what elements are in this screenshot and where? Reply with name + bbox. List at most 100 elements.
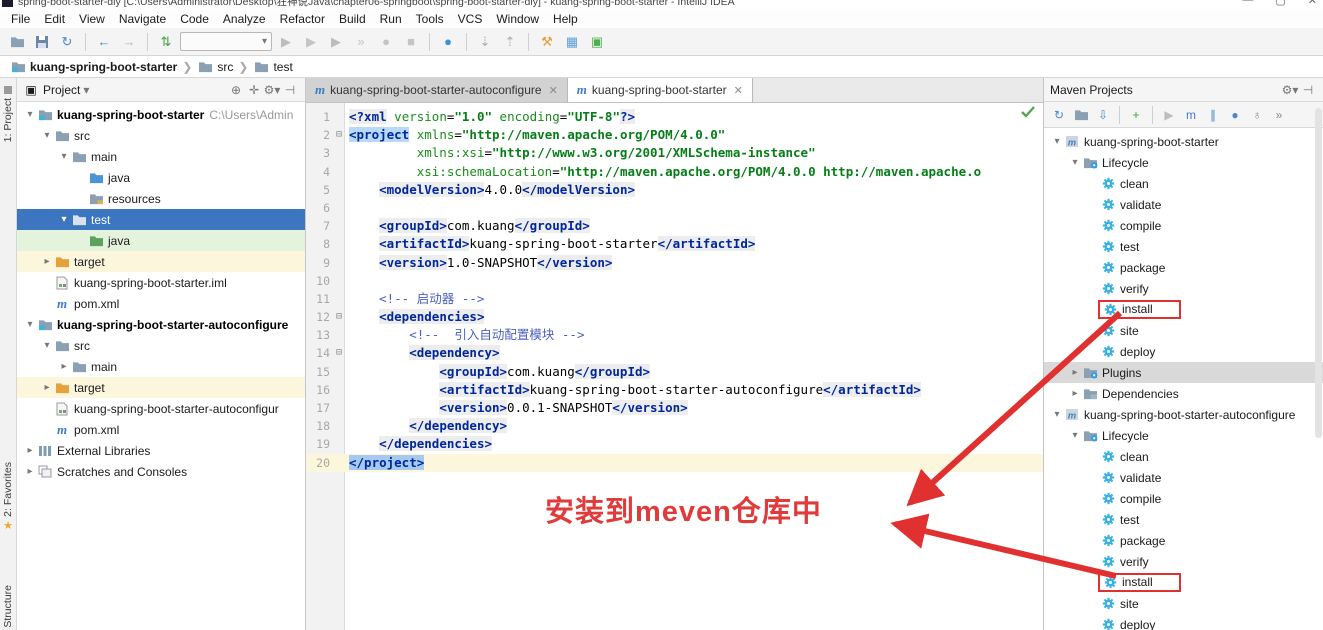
maven-tree-item-row-lifecycle[interactable]: ▾ Lifecycle — [1044, 425, 1323, 446]
fold-marker[interactable]: ⊟ — [333, 308, 345, 326]
project-view-dropdown-icon[interactable]: ▾ — [83, 83, 89, 97]
code-line-17[interactable]: 17 <version>0.0.1-SNAPSHOT</version> — [306, 399, 1043, 417]
code-line-7[interactable]: 7 <groupId>com.kuang</groupId> — [306, 217, 1043, 235]
maven-tree-item-row-validate[interactable]: validate — [1044, 467, 1323, 488]
menu-view[interactable]: View — [72, 12, 112, 26]
chevron-icon[interactable]: ▾ — [1050, 136, 1064, 147]
project-tree-item-row-resources[interactable]: resources — [17, 188, 305, 209]
project-tree-item-row-java[interactable]: java — [17, 230, 305, 251]
run-configuration-select[interactable]: ▾ — [180, 32, 272, 51]
code-line-10[interactable]: 10 — [306, 272, 1043, 290]
tool-window-tab-structure[interactable]: Structure — [0, 585, 16, 628]
project-tree-item-row-src[interactable]: ▾ src — [17, 335, 305, 356]
show-dependencies-icon[interactable]: ♁ — [1247, 105, 1267, 125]
chevron-icon[interactable]: ▾ — [1068, 430, 1082, 441]
panel-settings-gear-icon[interactable]: ⚙▾ — [263, 81, 281, 99]
code-line-14[interactable]: 14 ⊟ <dependency> — [306, 344, 1043, 362]
maven-tree-item-row-site[interactable]: site — [1044, 593, 1323, 614]
project-tree-item-row-external-libraries[interactable]: ▸ External Libraries — [17, 440, 305, 461]
run-coverage-icon[interactable]: ▶ — [325, 31, 347, 53]
add-maven-project-icon[interactable]: + — [1126, 105, 1146, 125]
maven-tree-item-row-validate[interactable]: validate — [1044, 194, 1323, 215]
code-line-20[interactable]: 20 </project> — [306, 454, 1043, 472]
maven-tree-item-row-kuang-spring-boot-starter[interactable]: ▾ m kuang-spring-boot-starter — [1044, 131, 1323, 152]
code-line-19[interactable]: 19 </dependencies> — [306, 435, 1043, 453]
project-tree-item-row-test[interactable]: ▾ test — [17, 209, 305, 230]
locate-file-icon[interactable]: ⊕ — [227, 81, 245, 99]
maven-scrollbar[interactable] — [1315, 108, 1322, 438]
execute-maven-goal-icon[interactable]: m — [1181, 105, 1201, 125]
fold-marker[interactable]: ⊟ — [333, 344, 345, 362]
chevron-icon[interactable]: ▾ — [40, 130, 54, 141]
maven-tree-item-row-test[interactable]: test — [1044, 236, 1323, 257]
code-line-12[interactable]: 12 ⊟ <dependencies> — [306, 308, 1043, 326]
code-line-15[interactable]: 15 <groupId>com.kuang</groupId> — [306, 363, 1043, 381]
maven-tree-item-row-compile[interactable]: compile — [1044, 215, 1323, 236]
maven-tree-item-row-clean[interactable]: clean — [1044, 446, 1323, 467]
project-tree-item-row-pom-xml[interactable]: m pom.xml — [17, 419, 305, 440]
project-tree-item-row-src[interactable]: ▾ src — [17, 125, 305, 146]
maven-settings-gear-icon[interactable]: ⚙▾ — [1281, 81, 1299, 99]
code-line-9[interactable]: 9 <version>1.0-SNAPSHOT</version> — [306, 254, 1043, 272]
chevron-icon[interactable]: ▸ — [40, 256, 54, 267]
project-tree-item-row-kuang-spring-boot-starter-iml[interactable]: kuang-spring-boot-starter.iml — [17, 272, 305, 293]
project-tree-item-row-kuang-spring-boot-starter[interactable]: ▾ kuang-spring-boot-starterC:\Users\Admi… — [17, 104, 305, 125]
code-line-11[interactable]: 11 <!-- 启动器 --> — [306, 290, 1043, 308]
menu-refactor[interactable]: Refactor — [273, 12, 332, 26]
sort-annotate-icon[interactable]: ⇅ — [155, 31, 177, 53]
maven-hide-panel-icon[interactable]: ⊣ — [1299, 81, 1317, 99]
chevron-icon[interactable]: ▾ — [57, 151, 71, 162]
project-tree-item-row-main[interactable]: ▾ main — [17, 146, 305, 167]
project-tree-item-row-target[interactable]: ▸ target — [17, 251, 305, 272]
breadcrumb-item-test[interactable]: test — [253, 60, 292, 74]
maven-tree-item-row-plugins[interactable]: ▸ Plugins — [1044, 362, 1323, 383]
menu-tools[interactable]: Tools — [409, 12, 451, 26]
synchronize-icon[interactable]: ↻ — [56, 31, 78, 53]
tool-window-tab-project[interactable]: 1: Project — [0, 86, 16, 142]
maven-tree-item-row-install[interactable]: install — [1044, 572, 1323, 593]
project-tree-item-row-pom-xml[interactable]: m pom.xml — [17, 293, 305, 314]
commit-changes-icon[interactable]: ⇡ — [499, 31, 521, 53]
menu-run[interactable]: Run — [373, 12, 409, 26]
chevron-icon[interactable]: ▾ — [57, 214, 71, 225]
chevron-icon[interactable]: ▾ — [23, 109, 37, 120]
save-all-icon[interactable] — [31, 31, 53, 53]
breadcrumb-item-src[interactable]: src — [197, 60, 233, 74]
maven-tree-item-row-package[interactable]: package — [1044, 530, 1323, 551]
back-icon[interactable]: ← — [93, 31, 115, 53]
code-editor[interactable]: 1 <?xml version="1.0" encoding="UTF-8"?>… — [306, 103, 1043, 630]
maven-tree-item-row-lifecycle[interactable]: ▾ Lifecycle — [1044, 152, 1323, 173]
maven-tree-item-row-deploy[interactable]: deploy — [1044, 341, 1323, 362]
maven-tree-item-row-clean[interactable]: clean — [1044, 173, 1323, 194]
download-sources-icon[interactable]: ⇩ — [1093, 105, 1113, 125]
close-button[interactable]: ✕ — [1308, 0, 1317, 7]
chevron-icon[interactable]: ▸ — [1068, 388, 1082, 399]
open-file-icon[interactable] — [6, 31, 28, 53]
chevron-icon[interactable]: ▾ — [1050, 409, 1064, 420]
profile-icon[interactable]: » — [350, 31, 372, 53]
forward-icon[interactable]: → — [118, 31, 140, 53]
maven-tree-item-row-package[interactable]: package — [1044, 257, 1323, 278]
menu-help[interactable]: Help — [546, 12, 585, 26]
menu-file[interactable]: File — [4, 12, 37, 26]
menu-code[interactable]: Code — [173, 12, 216, 26]
chevron-icon[interactable]: ▾ — [23, 319, 37, 330]
code-line-6[interactable]: 6 — [306, 199, 1043, 217]
maven-tree-item-row-site[interactable]: site — [1044, 320, 1323, 341]
update-project-icon[interactable]: ⇣ — [474, 31, 496, 53]
chevron-icon[interactable]: ▸ — [1068, 367, 1082, 378]
plugins-icon[interactable]: ▣ — [586, 31, 608, 53]
fold-marker[interactable]: ⊟ — [333, 126, 345, 144]
minimize-button[interactable]: — — [1242, 0, 1253, 7]
menu-edit[interactable]: Edit — [37, 12, 72, 26]
project-tree-item-row-kuang-spring-boot-starter-autoconfigur[interactable]: kuang-spring-boot-starter-autoconfigur — [17, 398, 305, 419]
code-line-2[interactable]: 2 ⊟ <project xmlns="http://maven.apache.… — [306, 126, 1043, 144]
code-line-1[interactable]: 1 <?xml version="1.0" encoding="UTF-8"?> — [306, 108, 1043, 126]
maven-tree-item-row-verify[interactable]: verify — [1044, 551, 1323, 572]
project-tree-item-row-scratches-and-consoles[interactable]: ▸ Scratches and Consoles — [17, 461, 305, 482]
chevron-icon[interactable]: ▾ — [40, 340, 54, 351]
editor-tab-kuang-spring-boot-starter[interactable]: m kuang-spring-boot-starter ✕ — [568, 78, 753, 102]
generate-sources-icon[interactable] — [1071, 105, 1091, 125]
maven-tree-item-row-verify[interactable]: verify — [1044, 278, 1323, 299]
run-icon[interactable]: ▶ — [275, 31, 297, 53]
